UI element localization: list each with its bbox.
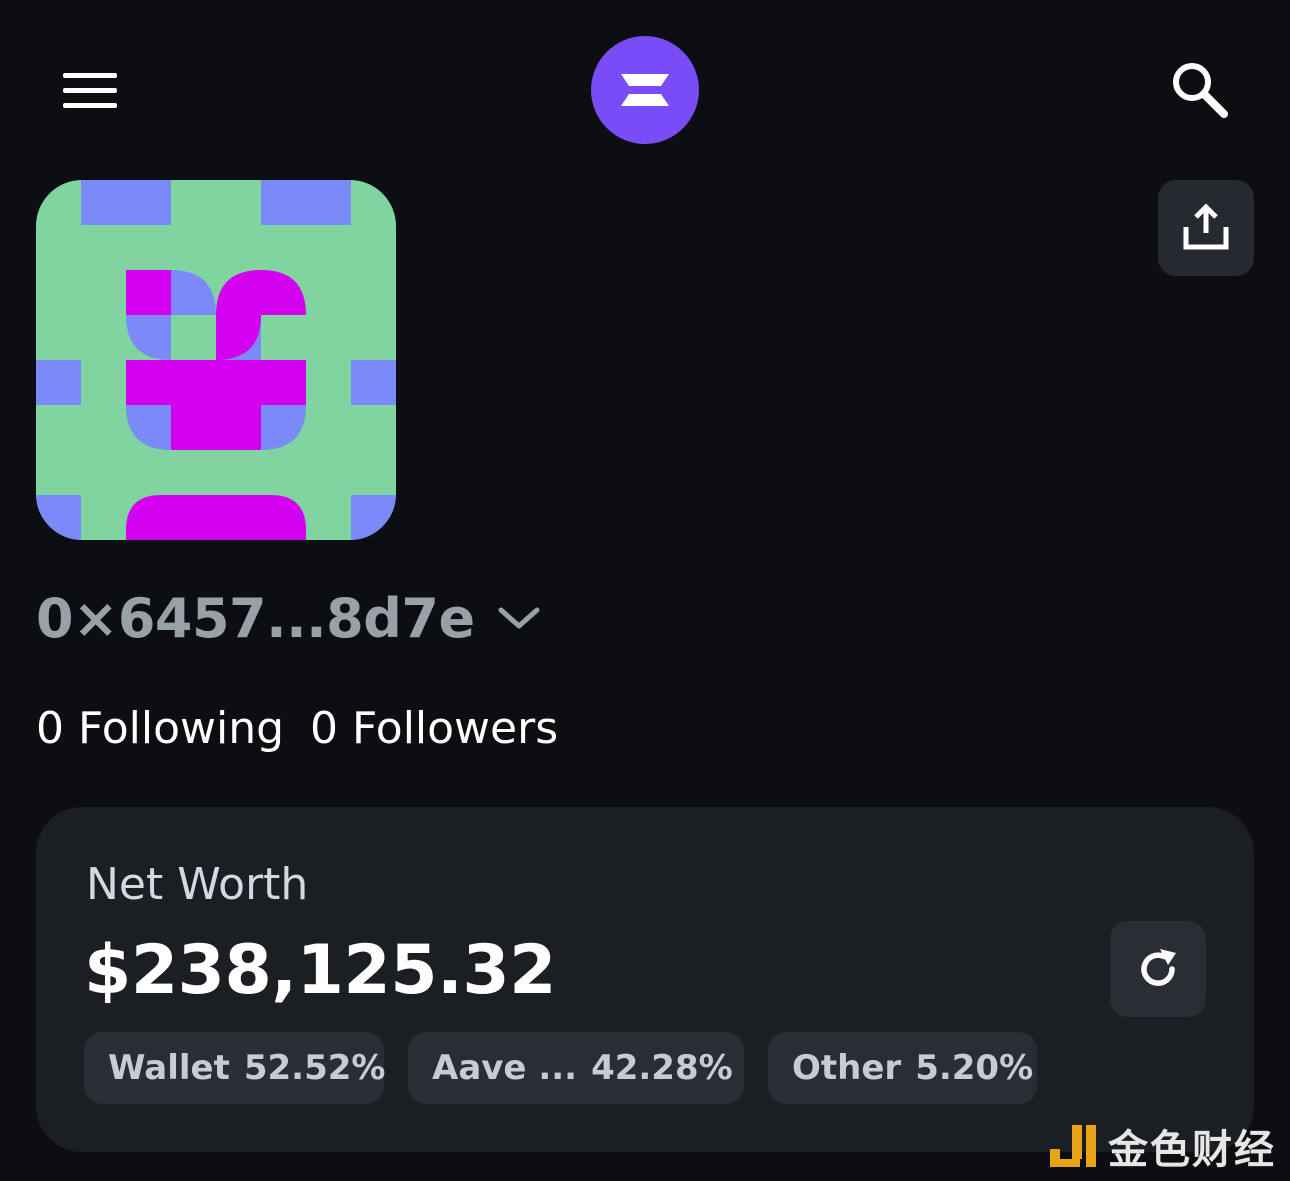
follow-stats: 0 Following 0 Followers <box>36 700 558 756</box>
chip-percent: 52.52% <box>243 1048 386 1088</box>
hamburger-menu-icon-bar <box>63 102 117 108</box>
hamburger-menu-icon <box>63 72 117 78</box>
avatar <box>36 180 396 540</box>
followers-count[interactable]: 0 Followers <box>310 703 558 754</box>
following-count[interactable]: 0 Following <box>36 703 284 754</box>
refresh-icon <box>1141 949 1176 986</box>
breakdown-chip-wallet[interactable]: Wallet 52.52% <box>84 1032 386 1104</box>
avatar-pattern-image <box>36 180 396 540</box>
net-worth-label: Net Worth <box>86 859 309 910</box>
search-icon <box>1173 63 1228 118</box>
menu-button[interactable] <box>50 58 130 122</box>
net-worth-value: $238,125.32 <box>84 931 557 1010</box>
breakdown-chip-aave[interactable]: Aave ... 42.28% <box>408 1032 744 1104</box>
breakdown-chip-other[interactable]: Other 5.20% <box>768 1032 1037 1104</box>
chip-name: Other <box>792 1048 902 1088</box>
watermark: 金色财经 <box>1050 1118 1276 1174</box>
refresh-button[interactable] <box>1110 921 1206 1017</box>
watermark-text: 金色财经 <box>1108 1127 1276 1173</box>
wallet-address: 0×6457...8d7e <box>36 586 475 650</box>
net-worth-card: Net Worth $238,125.32 Wallet 52.52% Aave… <box>36 807 1254 1152</box>
hamburger-menu-icon-bar <box>63 87 117 93</box>
chip-percent: 42.28% <box>591 1048 733 1088</box>
zerion-logo-icon <box>621 74 669 106</box>
chevron-down-icon <box>498 607 540 629</box>
share-button[interactable] <box>1158 180 1254 276</box>
chip-name: Wallet <box>108 1048 230 1088</box>
chip-percent: 5.20% <box>915 1048 1034 1088</box>
jinse-logo-icon <box>1050 1125 1096 1167</box>
wallet-address-selector[interactable]: 0×6457...8d7e <box>36 582 541 654</box>
search-button[interactable] <box>1160 55 1240 125</box>
zerion-logo[interactable] <box>591 36 699 144</box>
share-upload-icon <box>1183 203 1229 250</box>
chip-name: Aave ... <box>432 1048 578 1088</box>
